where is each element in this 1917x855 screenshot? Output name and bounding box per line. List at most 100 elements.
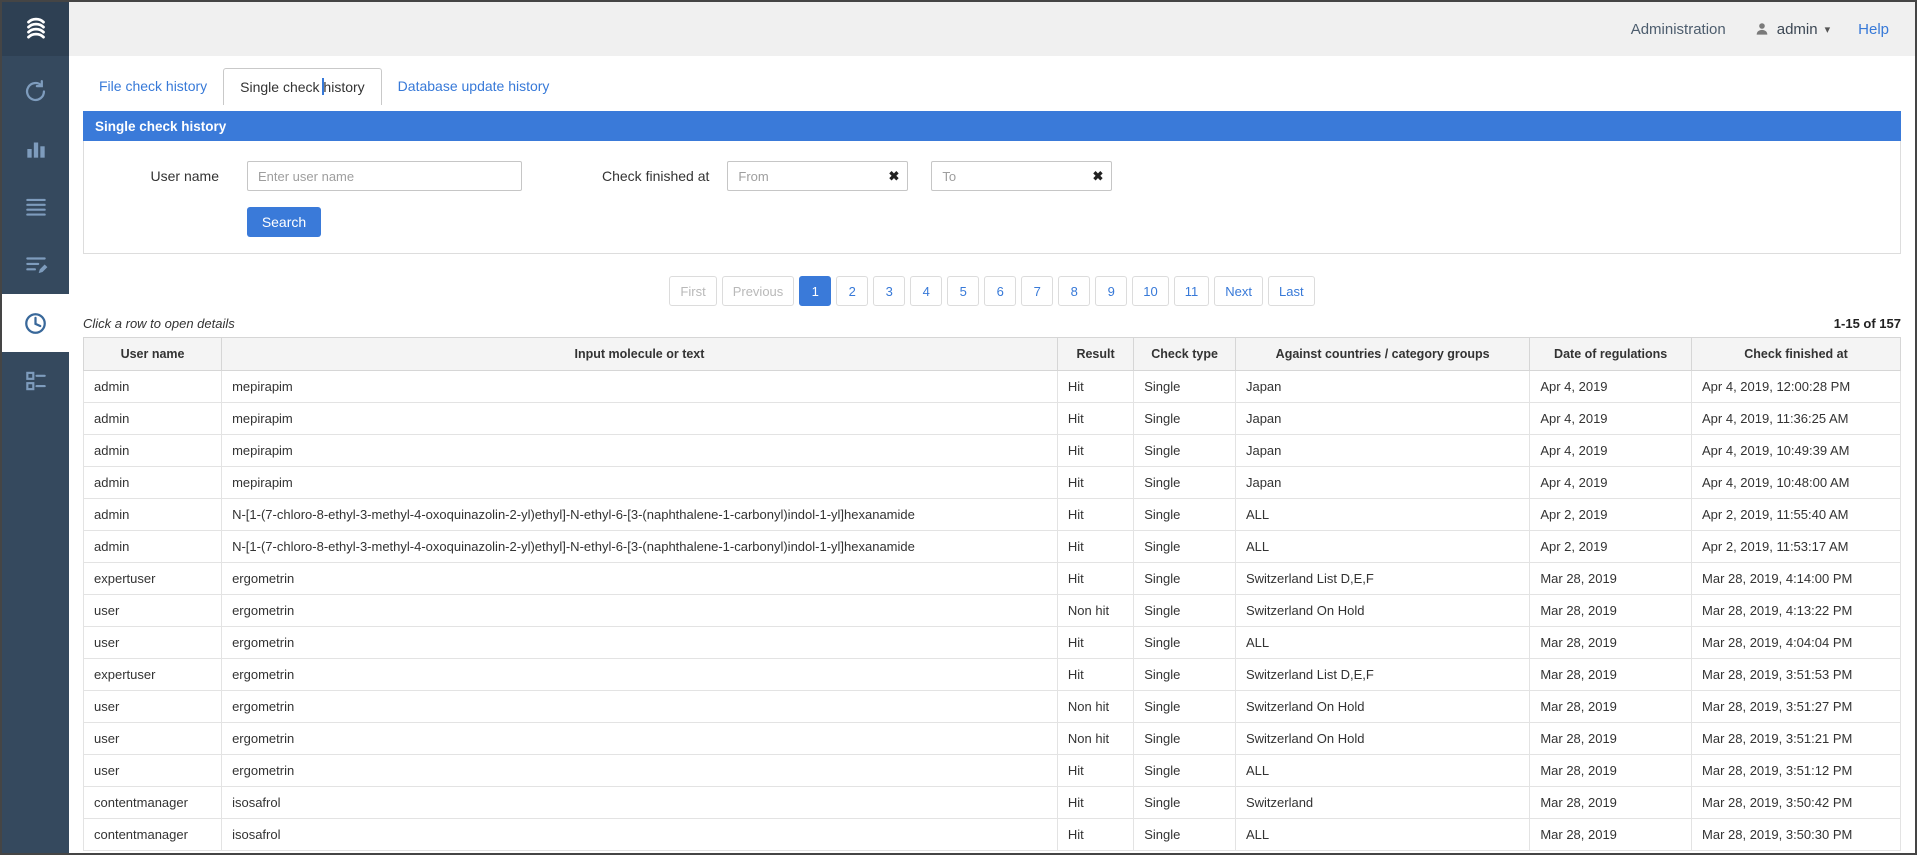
cell-against-countries: Japan (1235, 403, 1529, 435)
pagination-page-8[interactable]: 8 (1058, 276, 1090, 306)
pagination-first[interactable]: First (669, 276, 716, 306)
help-link[interactable]: Help (1858, 21, 1889, 38)
cell-check-finished-at: Apr 2, 2019, 11:55:40 AM (1692, 499, 1901, 531)
table-row[interactable]: admin N-[1-(7-chloro-8-ethyl-3-methyl-4-… (84, 531, 1901, 563)
table-row[interactable]: expertuser ergometrin Hit Single Switzer… (84, 659, 1901, 691)
cell-check-type: Single (1134, 371, 1236, 403)
pagination: First Previous 1 2 3 4 5 6 7 8 9 10 11 N… (69, 276, 1915, 306)
cell-check-finished-at: Mar 28, 2019, 4:14:00 PM (1692, 563, 1901, 595)
pagination-next[interactable]: Next (1214, 276, 1263, 306)
pagination-page-2[interactable]: 2 (836, 276, 868, 306)
cell-input-molecule: isosafrol (222, 787, 1058, 819)
cell-against-countries: Japan (1235, 371, 1529, 403)
tab-single-check-history[interactable]: Single check history (223, 68, 382, 105)
pagination-page-6[interactable]: 6 (984, 276, 1016, 306)
pagination-page-4[interactable]: 4 (910, 276, 942, 306)
date-to-input[interactable] (931, 161, 1112, 191)
pagination-page-3[interactable]: 3 (873, 276, 905, 306)
pagination-previous[interactable]: Previous (722, 276, 795, 306)
pagination-page-10[interactable]: 10 (1132, 276, 1168, 306)
cell-date-of-regulations: Apr 4, 2019 (1530, 371, 1692, 403)
sidebar-item-reports[interactable] (2, 236, 69, 294)
tab-bar: File check history Single check history … (83, 68, 1915, 105)
sidebar-item-check[interactable] (2, 62, 69, 120)
cell-check-finished-at: Mar 28, 2019, 3:51:27 PM (1692, 691, 1901, 723)
date-from-input[interactable] (727, 161, 908, 191)
pagination-page-1[interactable]: 1 (799, 276, 831, 306)
cell-input-molecule: mepirapim (222, 435, 1058, 467)
app-logo[interactable] (2, 2, 69, 56)
cell-against-countries: Switzerland (1235, 787, 1529, 819)
user-name-input[interactable] (247, 161, 522, 191)
panel-title: Single check history (83, 111, 1901, 141)
cell-input-molecule: ergometrin (222, 755, 1058, 787)
pagination-page-5[interactable]: 5 (947, 276, 979, 306)
sidebar-item-statistics[interactable] (2, 120, 69, 178)
col-against-countries[interactable]: Against countries / category groups (1235, 338, 1529, 371)
table-header-row: User name Input molecule or text Result … (84, 338, 1901, 371)
table-row[interactable]: user ergometrin Hit Single ALL Mar 28, 2… (84, 755, 1901, 787)
cell-input-molecule: ergometrin (222, 723, 1058, 755)
col-check-type[interactable]: Check type (1134, 338, 1236, 371)
cell-against-countries: Switzerland On Hold (1235, 595, 1529, 627)
pagination-page-7[interactable]: 7 (1021, 276, 1053, 306)
sidebar-item-history[interactable] (2, 294, 69, 352)
col-user-name[interactable]: User name (84, 338, 222, 371)
col-check-finished-at[interactable]: Check finished at (1692, 338, 1901, 371)
user-menu[interactable]: admin ▾ (1754, 21, 1830, 38)
cell-against-countries: ALL (1235, 819, 1529, 851)
clear-from-icon[interactable]: ✖ (889, 170, 900, 183)
pagination-page-11[interactable]: 11 (1174, 276, 1210, 306)
col-result[interactable]: Result (1057, 338, 1133, 371)
cell-user-name: admin (84, 403, 222, 435)
table-row[interactable]: contentmanager isosafrol Hit Single Swit… (84, 787, 1901, 819)
pagination-last[interactable]: Last (1268, 276, 1315, 306)
cell-check-type: Single (1134, 723, 1236, 755)
clear-to-icon[interactable]: ✖ (1093, 170, 1104, 183)
sidebar-item-dashboard[interactable] (2, 352, 69, 410)
cell-result: Hit (1057, 563, 1133, 595)
table-row[interactable]: contentmanager isosafrol Hit Single ALL … (84, 819, 1901, 851)
cell-date-of-regulations: Mar 28, 2019 (1530, 723, 1692, 755)
tab-file-check-history[interactable]: File check history (83, 68, 223, 105)
cell-date-of-regulations: Mar 28, 2019 (1530, 563, 1692, 595)
table-row[interactable]: user ergometrin Non hit Single Switzerla… (84, 723, 1901, 755)
col-date-of-regulations[interactable]: Date of regulations (1530, 338, 1692, 371)
table-row[interactable]: expertuser ergometrin Hit Single Switzer… (84, 563, 1901, 595)
cell-check-finished-at: Apr 4, 2019, 12:00:28 PM (1692, 371, 1901, 403)
cell-check-type: Single (1134, 467, 1236, 499)
table-row[interactable]: user ergometrin Non hit Single Switzerla… (84, 691, 1901, 723)
pagination-page-9[interactable]: 9 (1095, 276, 1127, 306)
col-input-molecule[interactable]: Input molecule or text (222, 338, 1058, 371)
cell-result: Hit (1057, 435, 1133, 467)
sidebar-item-lists[interactable] (2, 178, 69, 236)
cell-check-finished-at: Apr 2, 2019, 11:53:17 AM (1692, 531, 1901, 563)
tab-database-update-history[interactable]: Database update history (382, 68, 566, 105)
filter-row: User name Check finished at ✖ ✖ (84, 161, 1900, 191)
cell-check-type: Single (1134, 627, 1236, 659)
cell-input-molecule: mepirapim (222, 467, 1058, 499)
cell-user-name: admin (84, 499, 222, 531)
administration-link[interactable]: Administration (1631, 21, 1726, 38)
cell-input-molecule: N-[1-(7-chloro-8-ethyl-3-methyl-4-oxoqui… (222, 531, 1058, 563)
cell-check-type: Single (1134, 499, 1236, 531)
person-icon (1754, 21, 1770, 37)
table-row[interactable]: admin mepirapim Hit Single Japan Apr 4, … (84, 403, 1901, 435)
user-menu-label: admin (1777, 21, 1818, 38)
cell-check-finished-at: Apr 4, 2019, 10:48:00 AM (1692, 467, 1901, 499)
cell-user-name: user (84, 595, 222, 627)
table-row[interactable]: admin mepirapim Hit Single Japan Apr 4, … (84, 435, 1901, 467)
table-row[interactable]: admin mepirapim Hit Single Japan Apr 4, … (84, 467, 1901, 499)
cell-user-name: admin (84, 435, 222, 467)
cell-user-name: contentmanager (84, 787, 222, 819)
cell-date-of-regulations: Mar 28, 2019 (1530, 627, 1692, 659)
cell-user-name: admin (84, 531, 222, 563)
main-content: Administration admin ▾ Help File check h… (69, 2, 1915, 853)
cell-input-molecule: ergometrin (222, 595, 1058, 627)
table-row[interactable]: admin mepirapim Hit Single Japan Apr 4, … (84, 371, 1901, 403)
search-button[interactable]: Search (247, 207, 321, 237)
table-row[interactable]: user ergometrin Non hit Single Switzerla… (84, 595, 1901, 627)
table-row[interactable]: user ergometrin Hit Single ALL Mar 28, 2… (84, 627, 1901, 659)
table-row[interactable]: admin N-[1-(7-chloro-8-ethyl-3-methyl-4-… (84, 499, 1901, 531)
filter-panel: User name Check finished at ✖ ✖ Search (83, 141, 1901, 254)
